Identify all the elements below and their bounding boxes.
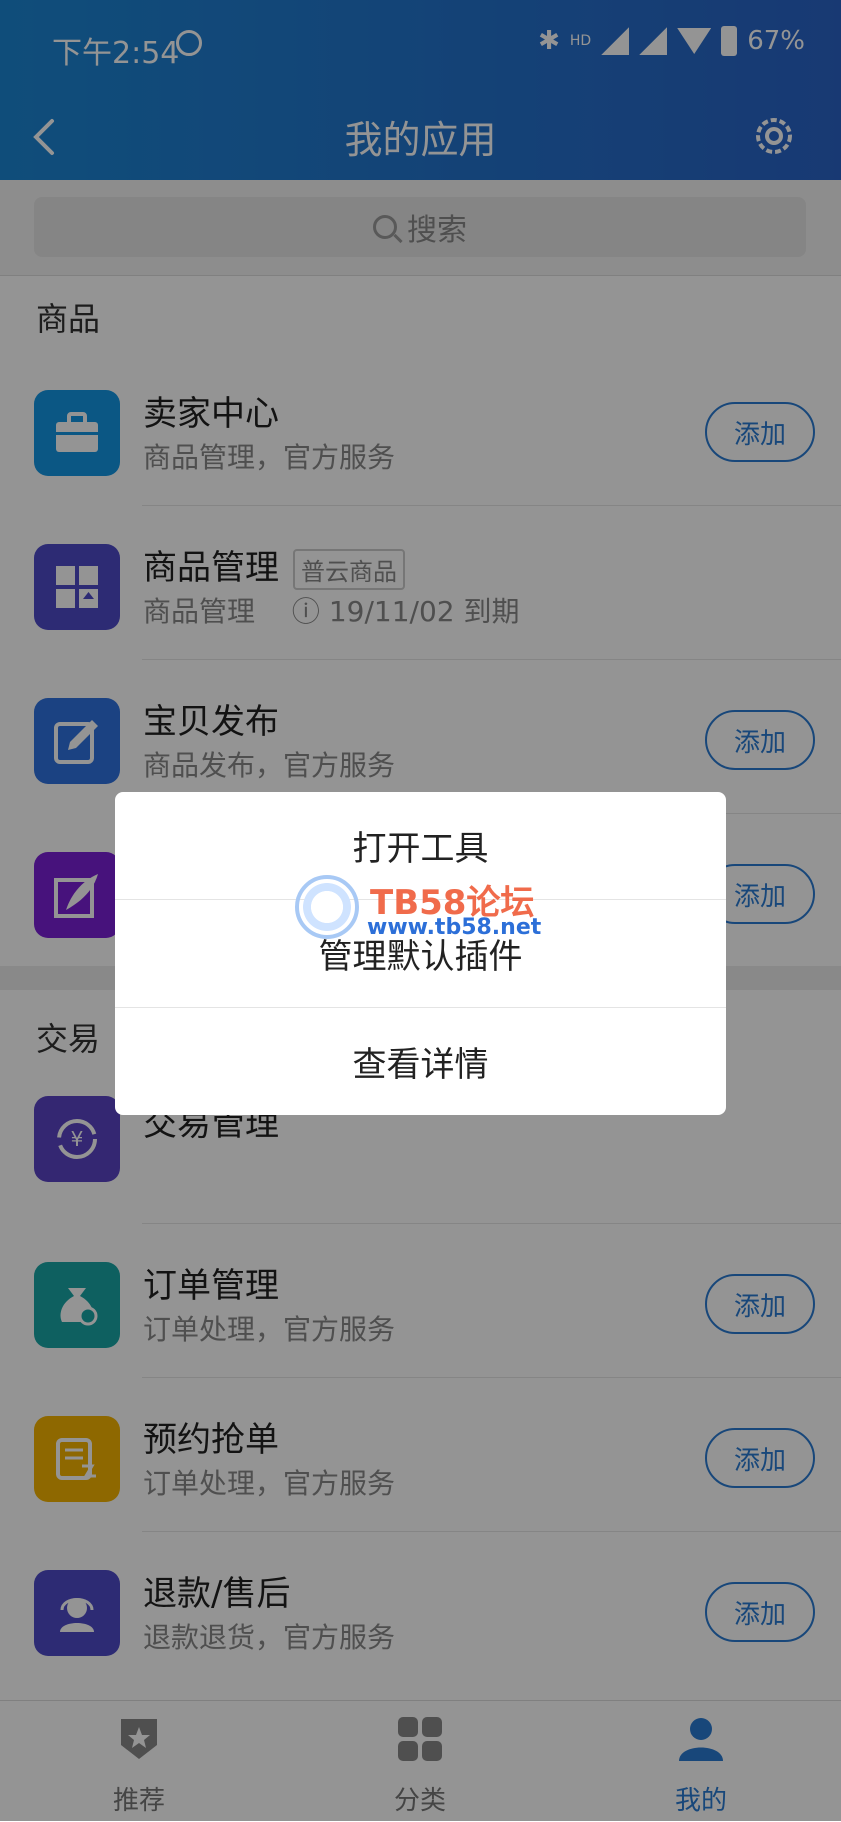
watermark-url: www.tb58.net [367, 915, 542, 940]
watermark: TB58论坛 www.tb58.net [295, 875, 555, 945]
view-details-option[interactable]: 查看详情 [115, 1008, 726, 1115]
action-dialog: 打开工具 管理默认插件 查看详情 [115, 792, 726, 1115]
hand-logo-icon [295, 875, 359, 939]
